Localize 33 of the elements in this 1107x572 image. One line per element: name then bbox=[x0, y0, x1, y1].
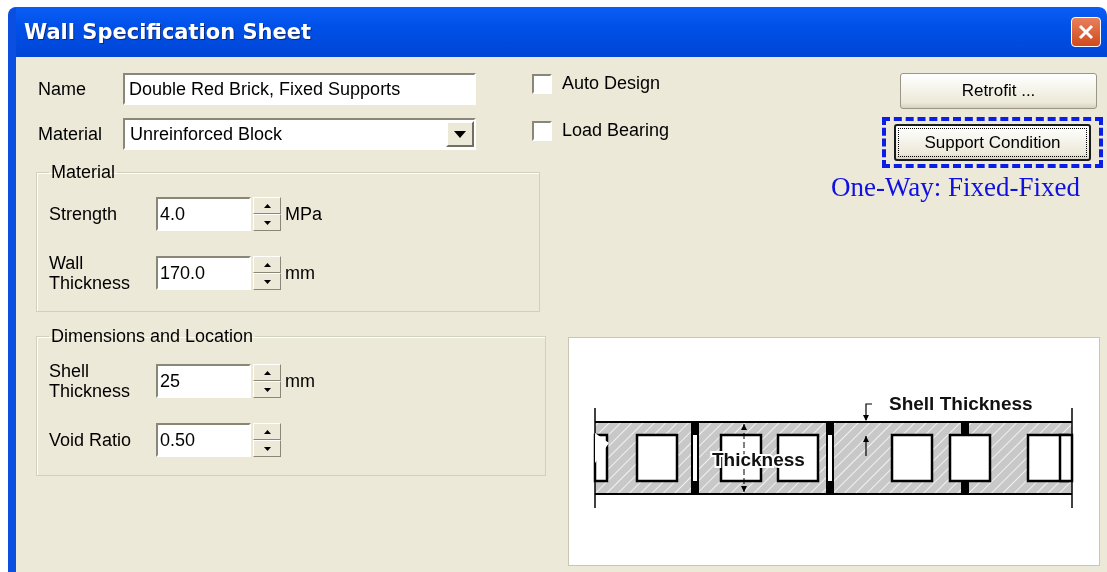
group-title: Dimensions and Location bbox=[50, 326, 255, 347]
field-label: Material bbox=[38, 124, 104, 144]
window-title: Wall Specification Sheet bbox=[24, 20, 312, 44]
checkbox[interactable] bbox=[532, 73, 552, 94]
unit-label: mm bbox=[285, 262, 315, 284]
name-field[interactable]: Double Red Brick, Fixed Supports bbox=[123, 73, 476, 105]
number-field[interactable]: 25 bbox=[156, 364, 251, 398]
checkbox-label: Load Bearing bbox=[562, 120, 670, 141]
spin-buttons[interactable] bbox=[253, 256, 281, 290]
support-condition-button[interactable]: Support Condition bbox=[894, 124, 1091, 161]
field-label: Name bbox=[38, 79, 87, 99]
number-field[interactable]: 4.0 bbox=[156, 197, 251, 231]
spin-buttons[interactable] bbox=[253, 197, 281, 231]
spin-buttons[interactable] bbox=[253, 423, 281, 457]
support-caption: One-Way: Fixed-Fixed bbox=[830, 172, 1080, 203]
unit-label: MPa bbox=[285, 203, 322, 225]
retrofit-button[interactable]: Retrofit ... bbox=[900, 73, 1097, 109]
spin-buttons[interactable] bbox=[253, 364, 281, 398]
checkbox-label: Auto Design bbox=[562, 73, 661, 94]
field-label: Shell Thickness bbox=[49, 361, 132, 401]
field-label: Wall Thickness bbox=[49, 253, 132, 293]
close-button[interactable] bbox=[1071, 17, 1101, 47]
close-icon bbox=[1078, 24, 1094, 40]
material-dropdown[interactable]: Unreinforced Block bbox=[123, 118, 476, 150]
dropdown-arrow-icon bbox=[454, 130, 466, 138]
shell-thickness-label: Shell Thickness bbox=[889, 393, 1033, 414]
field-label: Void Ratio bbox=[49, 430, 133, 450]
field-label: Strength bbox=[49, 204, 119, 224]
number-field[interactable]: 0.50 bbox=[156, 423, 251, 457]
checkbox[interactable] bbox=[532, 120, 552, 141]
group-title: Material bbox=[50, 162, 117, 183]
unit-label: mm bbox=[285, 370, 315, 392]
number-field[interactable]: 170.0 bbox=[156, 256, 251, 290]
